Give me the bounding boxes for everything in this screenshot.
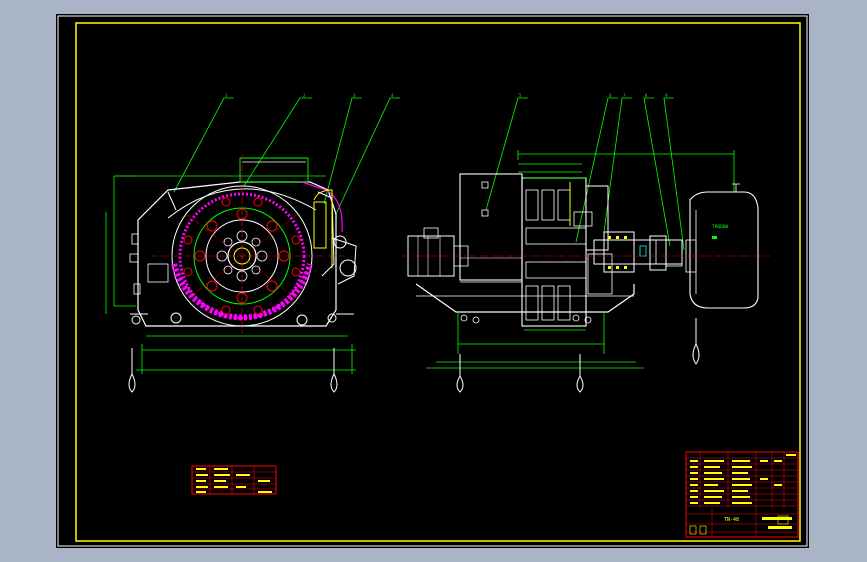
balloons-right: 5 6 7 8 9: [519, 93, 668, 98]
balloon-2: 2: [303, 93, 306, 98]
front-view: [105, 97, 400, 393]
tech-table: [191, 465, 277, 495]
cad-viewport[interactable]: 1 2 3 4 TRQDB0 5 6 7 8 9 TN-48: [0, 0, 867, 562]
balloon-9: 9: [665, 93, 668, 98]
balloon-7: 7: [623, 93, 626, 98]
balloon-3: 3: [353, 93, 356, 98]
balloon-1: 1: [225, 93, 228, 98]
balloons-left: 1 2 3 4: [225, 93, 394, 98]
cad-drawing: 1 2 3 4 TRQDB0 5 6 7 8 9 TN-48: [57, 15, 808, 547]
title-block-code: TN-48: [724, 517, 739, 523]
side-view: TRQDB0: [402, 97, 770, 393]
balloon-5: 5: [519, 93, 522, 98]
balloon-8: 8: [645, 93, 648, 98]
motor-nameplate: TRQDB0: [712, 224, 729, 230]
balloon-6: 6: [609, 93, 612, 98]
title-block: TN-48: [685, 451, 799, 538]
balloon-4: 4: [391, 93, 394, 98]
drawing-sheet[interactable]: 1 2 3 4 TRQDB0 5 6 7 8 9 TN-48: [56, 14, 809, 548]
